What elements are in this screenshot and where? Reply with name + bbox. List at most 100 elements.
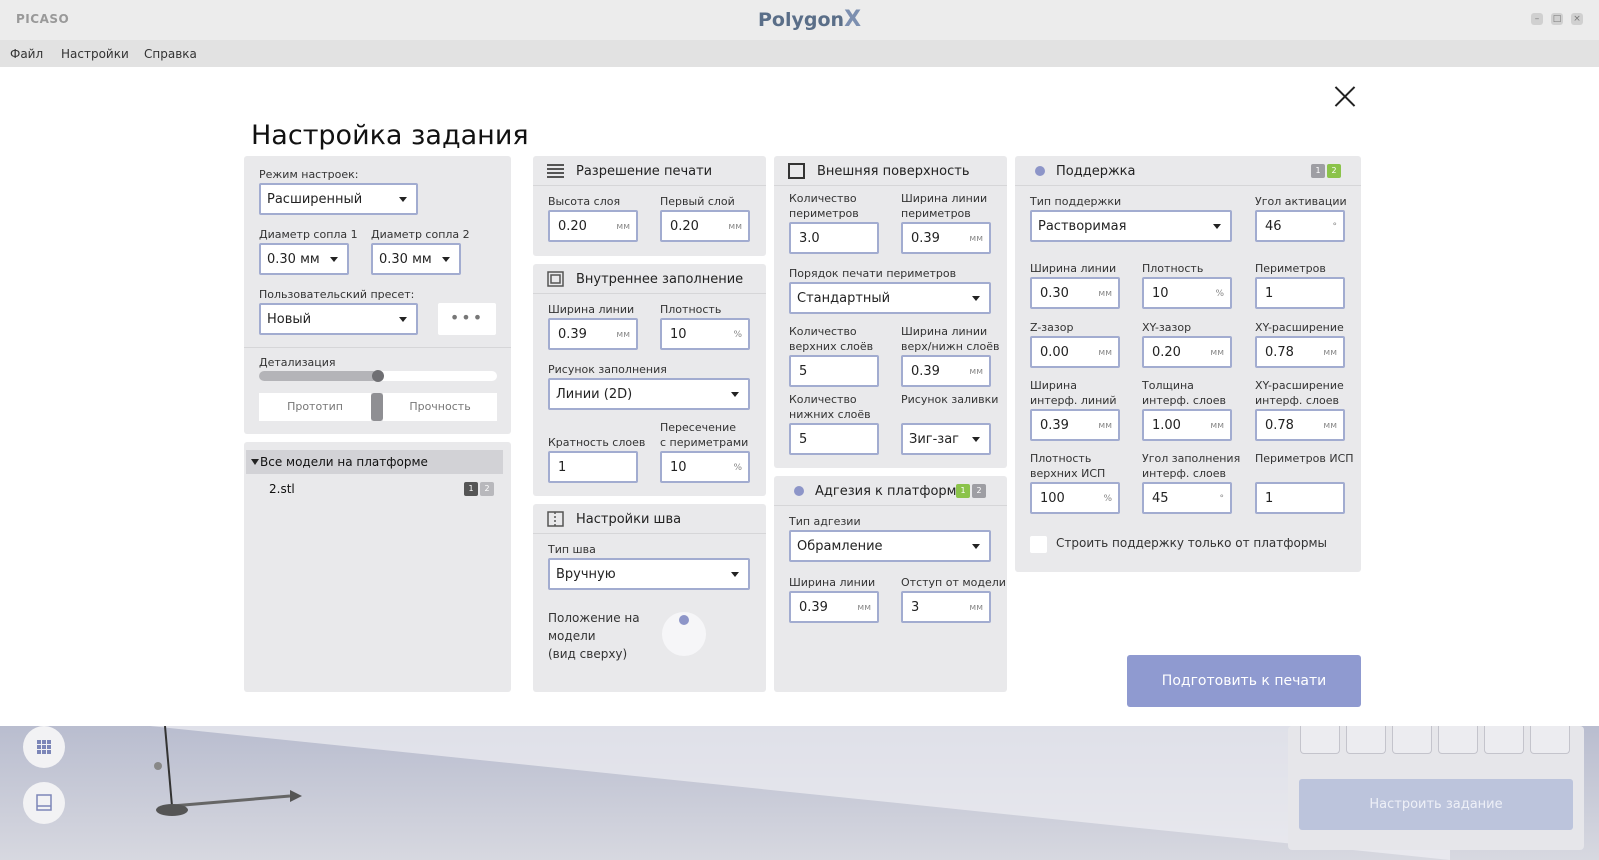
preset-select[interactable]: Новый (259, 303, 418, 335)
support-width-input[interactable]: 0.30 мм (1030, 277, 1120, 309)
layout-icon[interactable] (1530, 726, 1570, 754)
overlap-input[interactable]: 10% (660, 451, 750, 483)
first-layer-input[interactable]: 0.20 мм (660, 210, 750, 242)
perim-order-select[interactable]: Стандартный (789, 282, 991, 314)
chevron-down-icon (442, 257, 450, 262)
window-close-button[interactable]: × (1571, 13, 1583, 25)
maximize-button[interactable]: □ (1551, 13, 1563, 25)
z-gap-label: Z-зазор (1030, 321, 1074, 334)
outer-surface-header: Внешняя поверхность (774, 156, 1007, 186)
mode-switch-handle[interactable] (371, 393, 383, 421)
adhesion-offset-value: 3 (911, 600, 920, 615)
prepare-print-button[interactable]: Подготовить к печати (1127, 655, 1361, 707)
layer-mult-input[interactable]: 1 (548, 451, 638, 483)
infill-pattern-select[interactable]: Линии (2D) (548, 378, 750, 410)
iface-exp-value: 0.78 (1265, 418, 1294, 433)
fit-icon[interactable] (1300, 726, 1340, 754)
align-icon[interactable] (1484, 726, 1524, 754)
view-plate-button[interactable] (23, 782, 65, 824)
adhesion-title: Адгезия к платформе (815, 484, 965, 499)
outer-surface-panel: Внешняя поверхность Количество периметро… (774, 156, 1007, 468)
xy-gap-input[interactable]: 0.20 мм (1142, 336, 1232, 368)
preset-more-button[interactable]: ••• (438, 303, 496, 335)
bottom-count-input[interactable]: 5 (789, 423, 879, 455)
nozzle1-select[interactable]: 0.30 мм (259, 243, 349, 275)
strength-option[interactable]: Прочность (383, 393, 497, 421)
activation-angle-label: Угол активации (1255, 195, 1347, 208)
collapse-icon (251, 459, 259, 465)
nozzle2-label: Диаметр сопла 2 (371, 228, 470, 241)
iface-thick-input[interactable]: 1.00 мм (1142, 409, 1232, 441)
perim-count-input[interactable]: 3.0 (789, 222, 879, 254)
nozzle2-select[interactable]: 0.30 мм (371, 243, 461, 275)
view-grid-button[interactable] (23, 726, 65, 768)
close-icon[interactable] (1333, 85, 1357, 109)
detail-slider-handle[interactable] (372, 370, 384, 382)
top-count-input[interactable]: 5 (789, 355, 879, 387)
model-item[interactable]: 2.stl (269, 482, 295, 496)
activation-angle-input[interactable]: 46 ° (1255, 210, 1345, 242)
adhesion-offset-input[interactable]: 3 мм (901, 591, 991, 623)
adhesion-width-input[interactable]: 0.39 мм (789, 591, 879, 623)
unit-label: мм (1098, 289, 1112, 299)
support-width-value: 0.30 (1040, 286, 1069, 301)
minimize-button[interactable]: – (1531, 13, 1543, 25)
top-density-input[interactable]: 100% (1030, 482, 1120, 514)
isp-perimeters-input[interactable]: 1 (1255, 482, 1345, 514)
support-perimeters-input[interactable]: 1 (1255, 277, 1345, 309)
infill-density-input[interactable]: 10% (660, 318, 750, 350)
iface-width-label-2: интерф. линий (1030, 394, 1117, 407)
seam-position-dial[interactable] (662, 612, 706, 656)
rotate-icon[interactable] (1346, 726, 1386, 754)
perim-width-label-1: Ширина линии (901, 192, 988, 205)
xy-gap-value: 0.20 (1152, 345, 1181, 360)
seam-position-marker[interactable] (679, 615, 689, 625)
adhesion-header: Адгезия к платформе 1 2 (774, 476, 1007, 506)
support-density-input[interactable]: 10% (1142, 277, 1232, 309)
prototype-option[interactable]: Прототип (259, 393, 371, 421)
menu-file[interactable]: Файл (10, 47, 43, 61)
xy-expansion-value: 0.78 (1265, 345, 1294, 360)
seam-type-label: Тип шва (548, 543, 596, 556)
iface-thick-label-1: Толщина (1142, 379, 1194, 392)
unit-label: мм (969, 234, 983, 244)
fill-angle-input[interactable]: 45 ° (1142, 482, 1232, 514)
perim-count-label-1: Количество (789, 192, 857, 205)
support-perimeters-label: Периметров (1255, 262, 1326, 275)
perim-width-input[interactable]: 0.39 мм (901, 222, 991, 254)
tb-width-input[interactable]: 0.39 мм (901, 355, 991, 387)
first-layer-value: 0.20 (670, 219, 699, 234)
iface-exp-input[interactable]: 0.78 мм (1255, 409, 1345, 441)
adhesion-nozzle-icon[interactable]: 1 2 (956, 484, 992, 498)
xy-gap-label: XY-зазор (1142, 321, 1192, 334)
layer-height-input[interactable]: 0.20 мм (548, 210, 638, 242)
chevron-down-icon (399, 317, 407, 322)
infill-width-input[interactable]: 0.39 мм (548, 318, 638, 350)
setup-job-button[interactable]: Настроить задание (1299, 779, 1573, 830)
adhesion-type-select[interactable]: Обрамление (789, 530, 991, 562)
activation-angle-value: 46 (1265, 219, 1282, 234)
nozzle-assign-icon[interactable]: 1 2 (464, 482, 500, 496)
models-tree-header[interactable]: Все модели на платформе (246, 450, 503, 474)
print-resolution-panel: Разрешение печати Высота слоя 0.20 мм Пер… (533, 156, 766, 256)
support-type-value: Растворимая (1038, 219, 1127, 234)
menu-settings[interactable]: Настройки (61, 47, 129, 61)
platform-only-checkbox[interactable] (1030, 536, 1047, 553)
mode-select[interactable]: Расширенный (259, 183, 418, 215)
menu-help[interactable]: Справка (144, 47, 197, 61)
xy-expansion-input[interactable]: 0.78 мм (1255, 336, 1345, 368)
seam-type-select[interactable]: Вручную (548, 558, 750, 590)
unit-label: мм (969, 603, 983, 613)
unit-label: % (733, 463, 742, 473)
arrange-icon[interactable] (1438, 726, 1478, 754)
support-type-select[interactable]: Растворимая (1030, 210, 1232, 242)
chevron-down-icon (972, 296, 980, 301)
support-width-label: Ширина линии (1030, 262, 1117, 275)
unit-label: мм (857, 603, 871, 613)
fill-pattern-select[interactable]: Зиг-заг (901, 423, 991, 455)
iface-width-input[interactable]: 0.39 мм (1030, 409, 1120, 441)
support-nozzle-icon[interactable]: 1 2 (1311, 164, 1347, 178)
perim-order-value: Стандартный (797, 291, 891, 306)
copy-icon[interactable] (1392, 726, 1432, 754)
z-gap-input[interactable]: 0.00 мм (1030, 336, 1120, 368)
